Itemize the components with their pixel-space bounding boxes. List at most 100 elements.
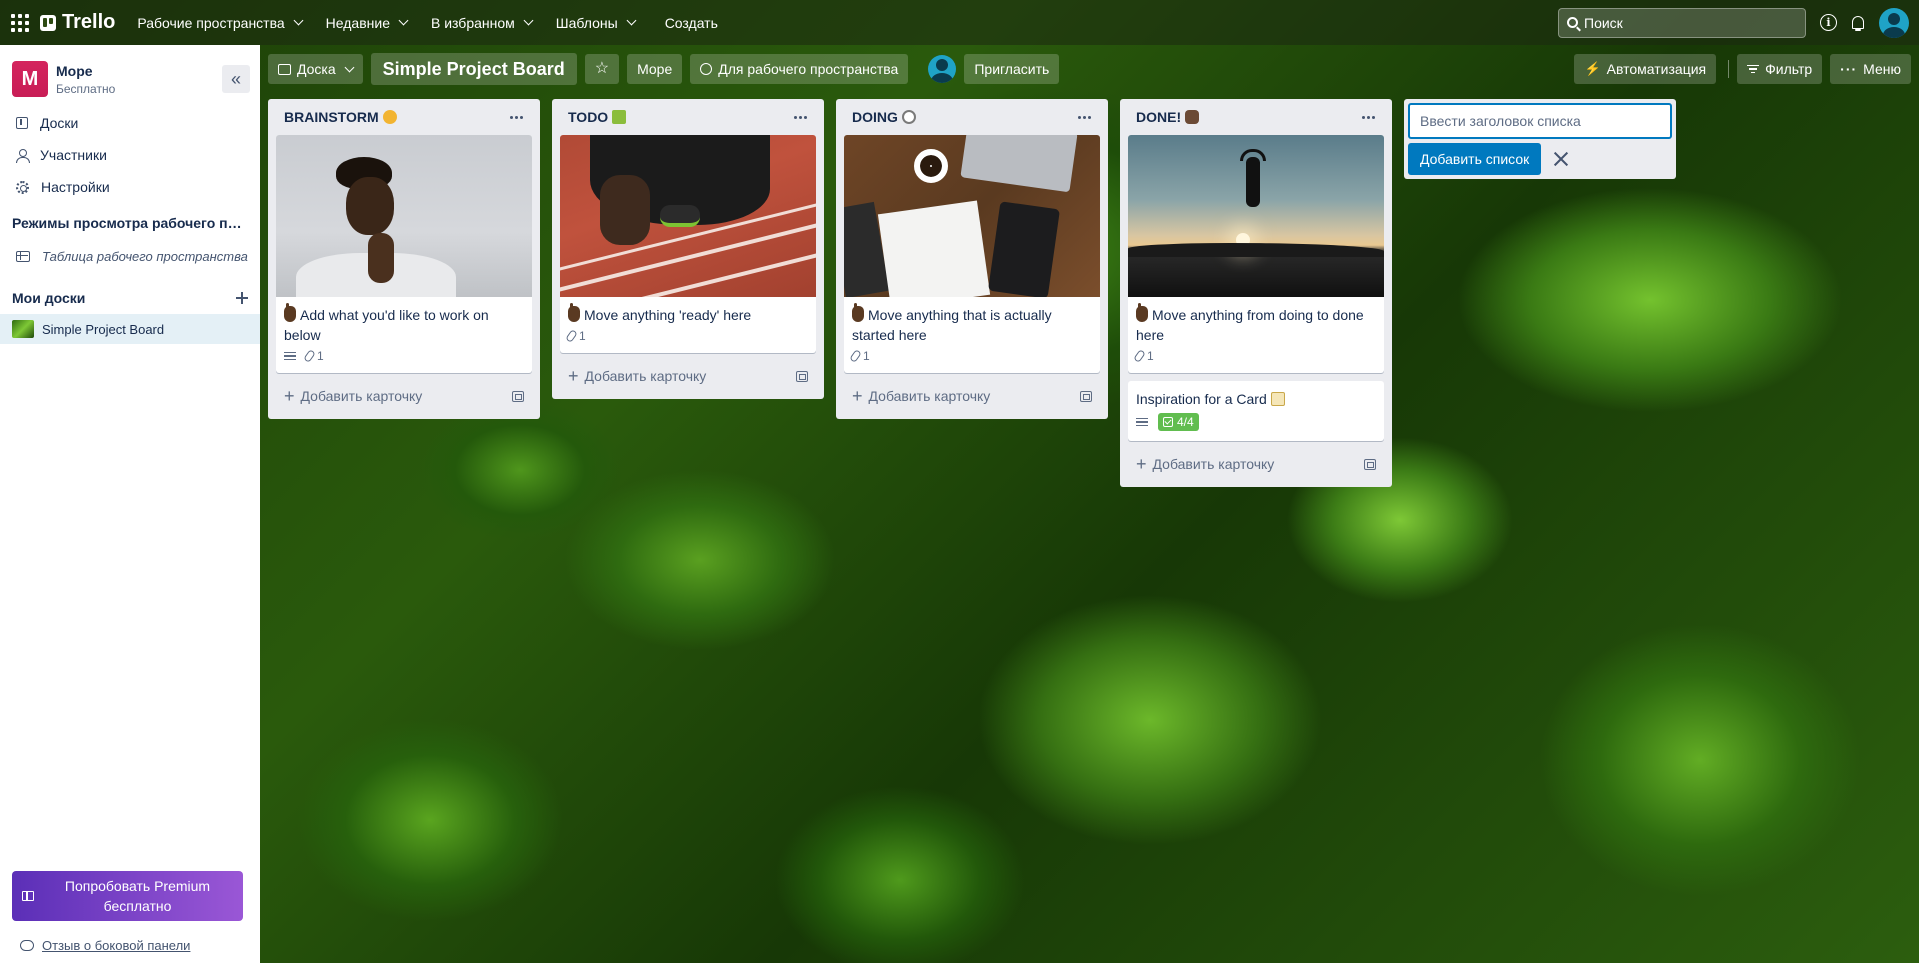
card-title: Inspiration for a Card	[1136, 391, 1267, 407]
list-title[interactable]: DOING	[852, 109, 916, 125]
person-gesturing-emoji-icon	[1185, 110, 1200, 124]
board-view-icon	[278, 63, 291, 75]
books-emoji-icon	[612, 110, 627, 124]
checklist-icon	[1163, 417, 1173, 427]
card[interactable]: Inspiration for a Card 4/4	[1128, 381, 1384, 441]
checklist-badge: 4/4	[1158, 413, 1199, 431]
nav-templates-menu[interactable]: Шаблоны	[546, 9, 645, 37]
card-badges: 1	[849, 345, 1092, 369]
list-title-text: BRAINSTORM	[284, 109, 379, 125]
list-title[interactable]: TODO	[568, 109, 627, 125]
add-card-button[interactable]: + Добавить карточку	[1128, 449, 1384, 479]
board-title[interactable]: Simple Project Board	[370, 53, 577, 85]
list-title-text: DONE!	[1136, 109, 1182, 125]
attachment-count: 1	[863, 349, 870, 363]
chevron-down-icon	[523, 15, 534, 26]
sidebar-feedback-link[interactable]: Отзыв о боковой панели	[20, 938, 190, 953]
my-boards-label: Мои доски	[12, 290, 86, 306]
menu-button[interactable]: ··· Меню	[1830, 54, 1911, 84]
add-card-label: Добавить карточку	[300, 388, 423, 404]
card[interactable]: Move anything that is actually started h…	[844, 135, 1100, 373]
list-actions-icon[interactable]	[788, 107, 812, 127]
filter-button[interactable]: Фильтр	[1737, 54, 1823, 84]
chevron-down-icon	[344, 62, 355, 72]
board-view-switcher[interactable]: Доска	[268, 54, 363, 84]
card-template-icon[interactable]	[1364, 458, 1376, 470]
card-title: Add what you'd like to work on below	[284, 307, 489, 343]
list-actions-icon[interactable]	[1072, 107, 1096, 127]
card-template-icon[interactable]	[512, 390, 524, 402]
attachment-count: 1	[1147, 349, 1154, 363]
workspace-button[interactable]: Море	[627, 54, 683, 84]
add-board-icon[interactable]	[236, 292, 248, 304]
card-cover-image	[560, 135, 816, 297]
star-icon: ☆	[594, 60, 610, 77]
sidebar-item-label: Доски	[40, 115, 79, 131]
add-card-button[interactable]: + Добавить карточку	[844, 381, 1100, 411]
card-badges: 1	[565, 325, 808, 349]
card-template-icon[interactable]	[796, 370, 808, 382]
list-title[interactable]: DONE!	[1136, 109, 1200, 125]
member-avatar[interactable]	[928, 55, 957, 83]
create-button[interactable]: Создать	[653, 9, 730, 37]
sidebar-item-settings[interactable]: Настройки	[0, 171, 260, 203]
paperclip-icon	[849, 349, 862, 363]
nav-workspaces-menu[interactable]: Рабочие пространства	[127, 9, 311, 37]
nav-workspaces-label: Рабочие пространства	[137, 14, 285, 31]
plus-icon: +	[1136, 454, 1147, 474]
list-actions-icon[interactable]	[504, 107, 528, 127]
add-card-button[interactable]: + Добавить карточку	[560, 361, 816, 391]
description-icon	[1136, 417, 1148, 427]
info-icon[interactable]: i	[1820, 14, 1837, 31]
hand-emoji-icon	[1136, 303, 1148, 322]
workspace-logo[interactable]: M	[12, 61, 48, 97]
card[interactable]: Move anything from doing to done here 1	[1128, 135, 1384, 373]
filter-label: Фильтр	[1765, 61, 1813, 77]
sidebar-item-label: Участники	[40, 147, 107, 163]
card-cover-image	[1128, 135, 1384, 297]
automation-button[interactable]: ⚡ Автоматизация	[1574, 54, 1717, 84]
attachment-badge: 1	[849, 349, 870, 363]
add-list-button[interactable]: Добавить список	[1408, 143, 1542, 175]
sidebar-item-workspace-table[interactable]: Таблица рабочего пространства	[0, 241, 260, 272]
trello-logo[interactable]: Trello	[40, 11, 115, 34]
more-horizontal-icon: ···	[1840, 61, 1858, 77]
chevron-down-icon	[293, 15, 304, 26]
account-avatar[interactable]	[1879, 7, 1909, 38]
visibility-button[interactable]: Для рабочего пространства	[690, 54, 909, 84]
divider	[1728, 60, 1730, 78]
gift-icon	[22, 891, 34, 901]
sidebar-item-boards[interactable]: Доски	[0, 107, 260, 139]
star-board-button[interactable]: ☆	[584, 54, 620, 84]
double-chevron-left-icon: «	[230, 68, 241, 89]
gear-emoji-icon	[901, 110, 916, 124]
close-icon[interactable]	[1553, 151, 1569, 167]
card[interactable]: Move anything 'ready' here 1	[560, 135, 816, 353]
notifications-bell-icon[interactable]	[1851, 15, 1865, 31]
add-card-button[interactable]: + Добавить карточку	[276, 381, 532, 411]
search-box[interactable]	[1558, 7, 1806, 38]
workspace-plan: Бесплатно	[56, 81, 116, 96]
list-title[interactable]: BRAINSTORM	[284, 109, 397, 125]
invite-button[interactable]: Пригласить	[964, 54, 1060, 84]
thinking-emoji-icon	[382, 110, 397, 124]
list-title-input[interactable]	[1408, 103, 1672, 139]
card-template-icon[interactable]	[1080, 390, 1092, 402]
plus-icon: +	[852, 386, 863, 406]
app-switcher-icon[interactable]	[10, 13, 30, 33]
settings-icon	[16, 180, 29, 194]
nav-starred-menu[interactable]: В избранном	[421, 9, 542, 37]
card-title: Move anything from doing to done here	[1136, 307, 1364, 343]
card-badges: 1	[284, 345, 524, 369]
card[interactable]: Add what you'd like to work on below 1	[276, 135, 532, 373]
search-input[interactable]	[1584, 14, 1784, 31]
workspace-name[interactable]: Море	[56, 63, 115, 79]
collapse-sidebar-button[interactable]: «	[222, 65, 250, 93]
sidebar-board-simple-project-board[interactable]: Simple Project Board	[0, 314, 260, 344]
trello-logo-icon	[40, 14, 56, 31]
try-premium-button[interactable]: Попробовать Premium бесплатно	[12, 871, 243, 921]
nav-recent-menu[interactable]: Недавние	[316, 9, 417, 37]
list-actions-icon[interactable]	[1356, 107, 1380, 127]
sidebar-item-members[interactable]: Участники	[0, 139, 260, 171]
menu-label: Меню	[1863, 61, 1901, 77]
